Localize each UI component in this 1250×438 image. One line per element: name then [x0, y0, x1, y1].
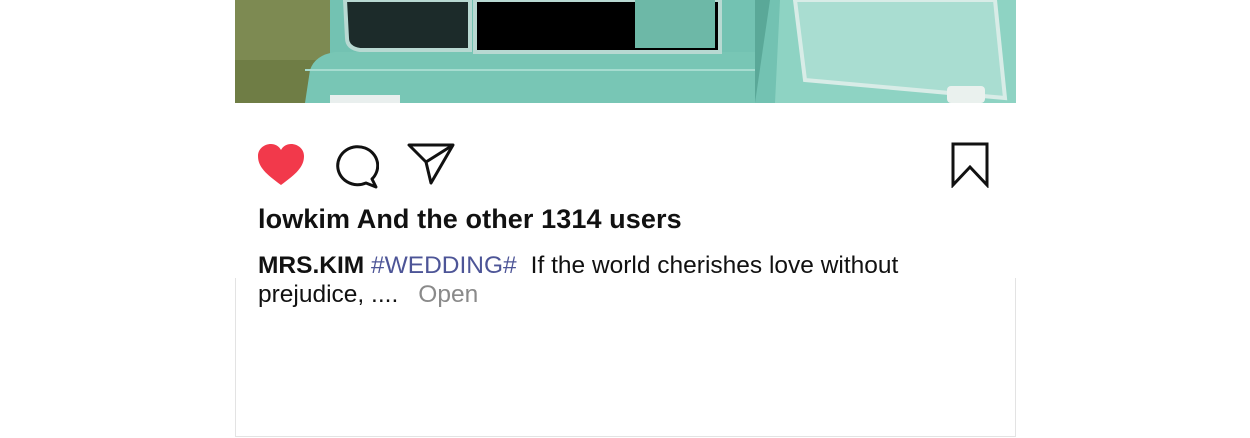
likes-count[interactable]: lowkim And the other 1314 users [258, 204, 682, 235]
share-icon[interactable] [407, 142, 455, 186]
caption-hashtag[interactable]: #WEDDING# [371, 252, 517, 279]
bookmark-icon[interactable] [950, 142, 990, 188]
caption-username[interactable]: MRS.KIM [258, 252, 364, 279]
post-photo[interactable] [235, 0, 1016, 103]
post-caption: MRS.KIM #WEDDING# If the world cherishes … [258, 251, 958, 309]
like-heart-icon[interactable] [256, 143, 306, 187]
comment-icon[interactable] [333, 143, 379, 189]
caption-open-link[interactable]: Open [418, 281, 478, 308]
